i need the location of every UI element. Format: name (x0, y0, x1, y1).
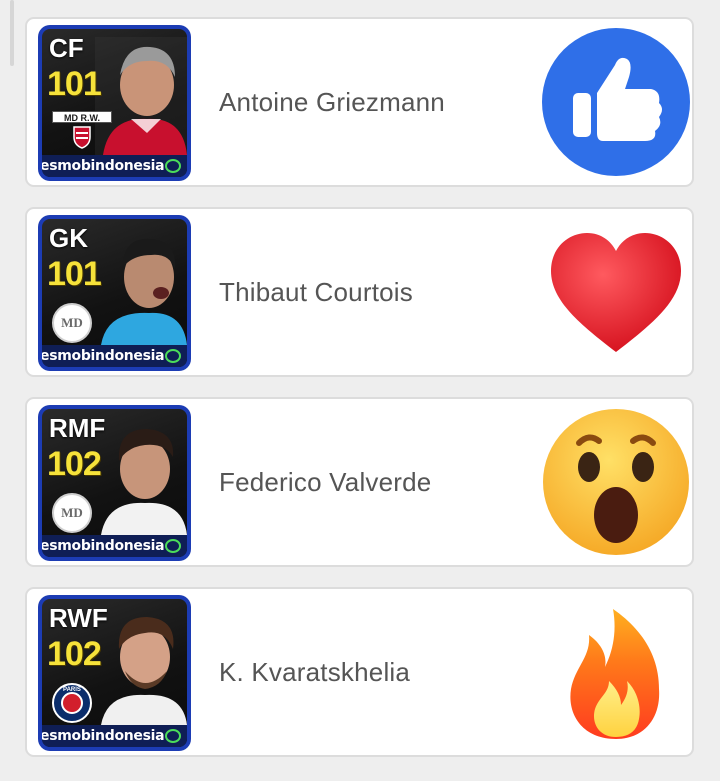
list-item[interactable]: RWF 102 PARIS esmobindonesia K. Kvaratsk… (25, 587, 694, 757)
player-card: GK 101 MD esmobindonesia (38, 215, 191, 371)
card-position: RMF (49, 413, 106, 443)
watermark: esmobindonesia (42, 728, 165, 744)
watermark: esmobindonesia (42, 538, 165, 554)
watermark-logo-icon (165, 729, 181, 743)
player-portrait (95, 37, 187, 155)
player-name: Thibaut Courtois (219, 276, 413, 307)
club-sponsor-text: MD R.W. (52, 111, 112, 123)
heart-icon[interactable] (541, 217, 691, 367)
watermark-logo-icon (165, 349, 181, 363)
list-item[interactable]: RMF 102 MD esmobindonesia Federico Valve… (25, 397, 694, 567)
real-madrid-crest-icon: MD (52, 303, 92, 343)
watermark-logo-icon (165, 539, 181, 553)
card-position: RWF (49, 603, 108, 633)
watermark-logo-icon (165, 159, 181, 173)
real-madrid-crest-icon: MD (52, 493, 92, 533)
list-item[interactable]: CF 101 MD R.W. esmobindonesia Antoine Gr… (25, 17, 694, 187)
player-card: RWF 102 PARIS esmobindonesia (38, 595, 191, 751)
player-card: RMF 102 MD esmobindonesia (38, 405, 191, 561)
card-position: GK (49, 223, 88, 253)
player-portrait (101, 238, 187, 345)
card-rating: 102 (47, 445, 102, 483)
psg-crest-icon: PARIS (52, 683, 92, 723)
watermark: esmobindonesia (42, 158, 165, 174)
player-name: Federico Valverde (219, 466, 432, 497)
thumbs-up-icon[interactable] (541, 27, 691, 177)
player-portrait (101, 617, 187, 725)
watermark: esmobindonesia (42, 348, 165, 364)
wow-face-icon[interactable] (541, 407, 691, 557)
fire-icon[interactable] (541, 597, 691, 747)
list-item[interactable]: GK 101 MD esmobindonesia Thibaut Courtoi… (25, 207, 694, 377)
player-portrait (101, 429, 187, 535)
player-name: Antoine Griezmann (219, 86, 445, 117)
player-name: K. Kvaratskhelia (219, 656, 411, 687)
player-reaction-list: CF 101 MD R.W. esmobindonesia Antoine Gr… (0, 0, 720, 781)
atletico-crest-icon (73, 126, 91, 149)
player-card: CF 101 MD R.W. esmobindonesia (38, 25, 191, 181)
card-rating: 102 (47, 635, 102, 673)
card-rating: 101 (47, 255, 102, 293)
card-position: CF (49, 33, 84, 63)
card-rating: 101 (47, 65, 102, 103)
